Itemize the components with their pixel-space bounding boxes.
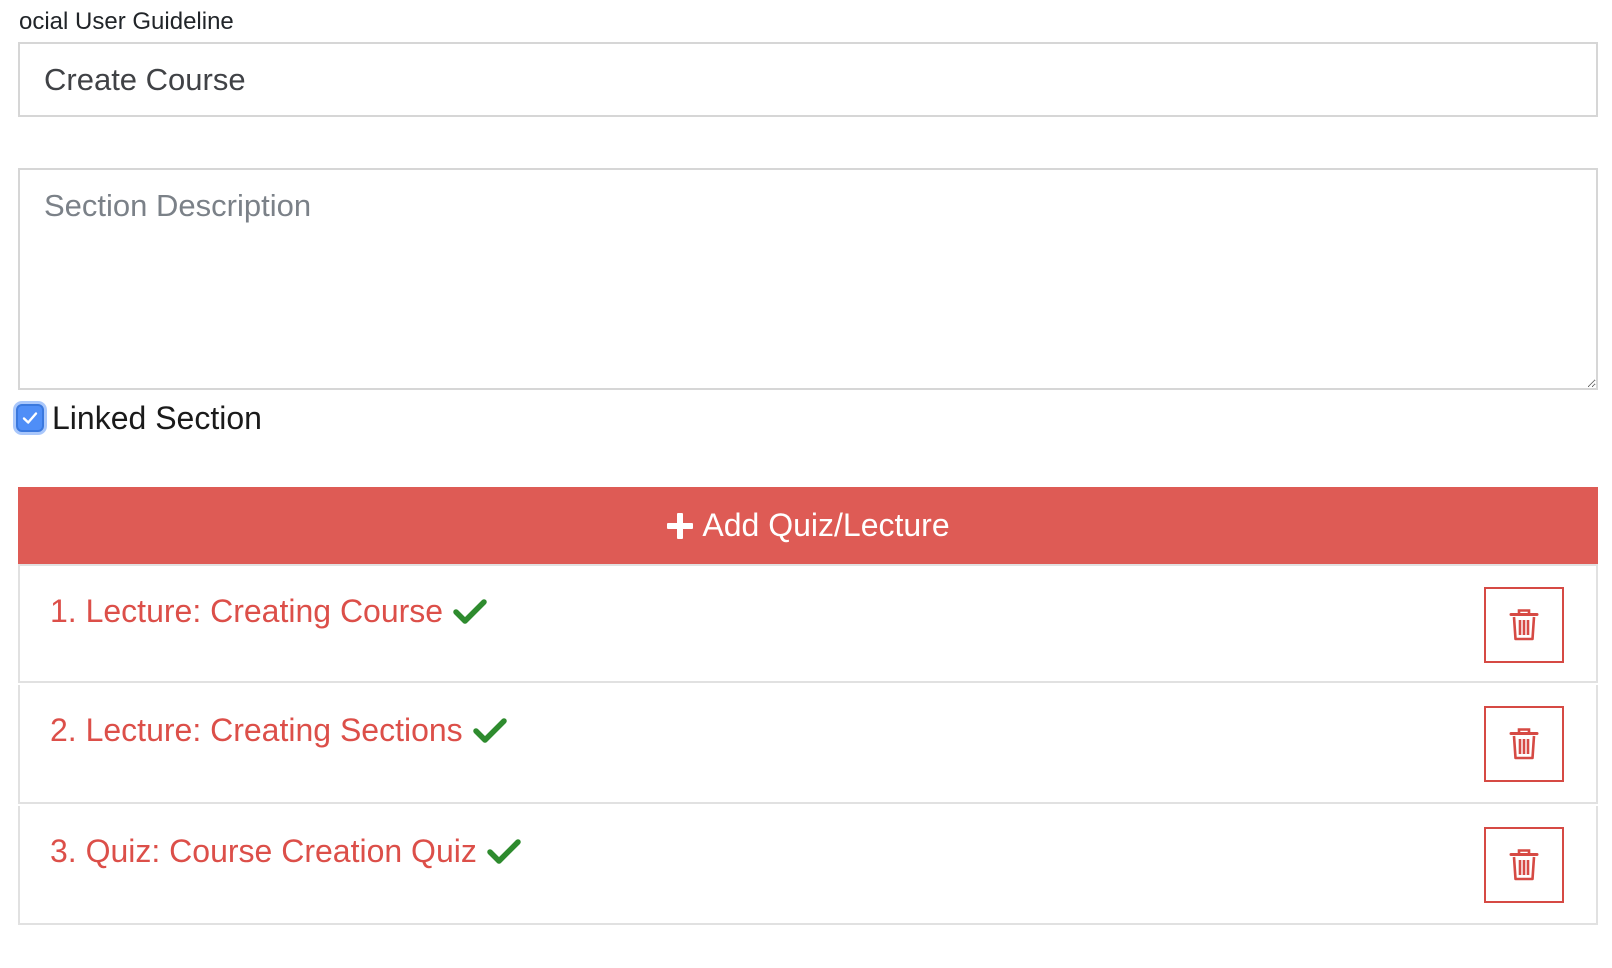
add-quiz-lecture-button[interactable]: Add Quiz/Lecture — [18, 487, 1598, 564]
check-icon — [472, 717, 507, 745]
item-title-link[interactable]: 1. Lecture: Creating Course — [50, 593, 487, 630]
item-title-link[interactable]: 2. Lecture: Creating Sections — [50, 712, 507, 749]
plus-icon — [666, 512, 694, 540]
item-title-label: 2. Lecture: Creating Sections — [50, 712, 463, 748]
add-quiz-lecture-label: Add Quiz/Lecture — [702, 507, 950, 543]
section-description-textarea[interactable] — [18, 168, 1598, 390]
check-icon — [453, 598, 487, 626]
linked-section-checkbox[interactable] — [16, 404, 44, 432]
trash-icon — [1509, 727, 1539, 761]
quiz-lecture-list: 1. Lecture: Creating Course 2. Lecture: … — [18, 564, 1598, 927]
breadcrumb: ocial User Guideline — [19, 8, 234, 35]
trash-icon — [1509, 608, 1539, 642]
linked-section-label[interactable]: Linked Section — [52, 400, 262, 437]
check-icon — [487, 838, 521, 866]
linked-section-row: Linked Section — [16, 396, 262, 440]
item-title-label: 1. Lecture: Creating Course — [50, 593, 444, 629]
delete-button[interactable] — [1484, 587, 1564, 663]
delete-button[interactable] — [1484, 706, 1564, 782]
list-item: 3. Quiz: Course Creation Quiz — [18, 806, 1598, 925]
trash-icon — [1509, 848, 1539, 882]
checkmark-icon — [22, 412, 38, 424]
delete-button[interactable] — [1484, 827, 1564, 903]
list-item: 2. Lecture: Creating Sections — [18, 685, 1598, 804]
section-title-input[interactable] — [18, 42, 1598, 117]
item-title-label: 3. Quiz: Course Creation Quiz — [50, 833, 477, 869]
list-item: 1. Lecture: Creating Course — [18, 564, 1598, 683]
item-title-link[interactable]: 3. Quiz: Course Creation Quiz — [50, 833, 521, 870]
